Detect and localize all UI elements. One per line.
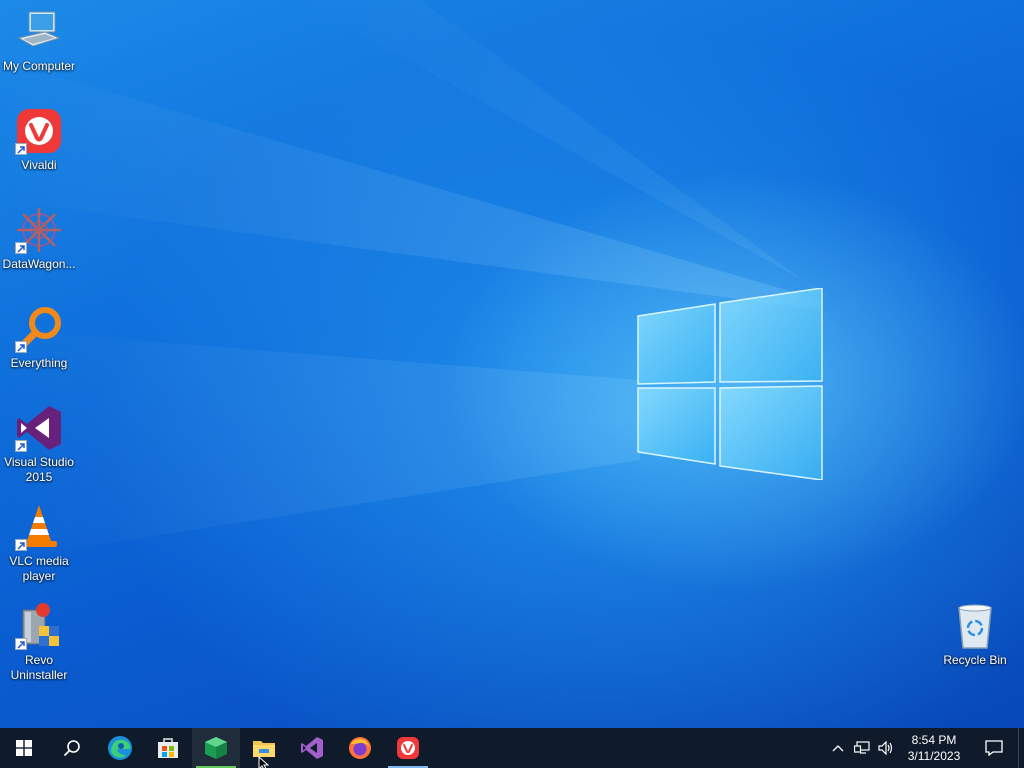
network-icon [854, 741, 870, 754]
notification-icon [985, 740, 1003, 756]
desktop[interactable]: My Computer Vivaldi DataWagon... Everyth… [0, 0, 1024, 728]
desktop-icon-label: Recycle Bin [943, 653, 1007, 667]
start-icon [16, 740, 32, 756]
recycle-bin-icon [951, 602, 999, 650]
shortcut-arrow-icon [15, 341, 27, 353]
network-button[interactable] [850, 728, 874, 768]
visual-studio-icon [301, 737, 323, 759]
taskbar-visual-studio-button[interactable] [288, 728, 336, 768]
everything-icon [15, 305, 63, 353]
desktop-icon-label: DataWagon... [2, 257, 76, 271]
clock-date: 3/11/2023 [907, 749, 961, 763]
system-tray: 8:54 PM 3/11/2023 [826, 728, 1024, 768]
desktop-icon-label: My Computer [2, 59, 76, 73]
shortcut-arrow-icon [15, 143, 27, 155]
desktop-icon-recycle-bin[interactable]: Recycle Bin [936, 602, 1014, 668]
shortcut-arrow-icon [15, 440, 27, 452]
windows-logo-wallpaper [637, 288, 823, 480]
desktop-icon-everything[interactable]: Everything [0, 305, 78, 371]
show-desktop-button[interactable] [1018, 728, 1024, 768]
desktop-icon-vivaldi[interactable]: Vivaldi [0, 107, 78, 173]
taskbar-firefox-button[interactable] [336, 728, 384, 768]
revo-uninstaller-icon [15, 602, 63, 650]
wallpaper-light-beams [0, 0, 830, 560]
desktop-icon-my-computer[interactable]: My Computer [0, 8, 78, 74]
shortcut-arrow-icon [15, 539, 27, 551]
desktop-icon-label: Visual Studio 2015 [4, 455, 74, 484]
visual-studio-icon [15, 404, 63, 452]
action-center-button[interactable] [970, 728, 1018, 768]
vivaldi-icon [15, 107, 63, 155]
app-cube-icon [205, 737, 227, 759]
vlc-icon [15, 503, 63, 551]
shortcut-arrow-icon [15, 638, 27, 650]
desktop-icon-visual-studio[interactable]: Visual Studio 2015 [0, 404, 78, 485]
taskbar[interactable]: 8:54 PM 3/11/2023 [0, 728, 1024, 768]
store-icon [158, 738, 178, 758]
desktop-icon-datawagon[interactable]: DataWagon... [0, 206, 78, 272]
chevron-up-icon [832, 745, 844, 752]
taskbar-vivaldi-button[interactable] [384, 728, 432, 768]
taskbar-store-button[interactable] [144, 728, 192, 768]
firefox-icon [349, 737, 371, 759]
desktop-icon-label: Everything [10, 356, 68, 370]
desktop-icon-vlc[interactable]: VLC media player [0, 503, 78, 584]
taskbar-clock[interactable]: 8:54 PM 3/11/2023 [898, 728, 970, 768]
vivaldi-icon [397, 737, 419, 759]
volume-button[interactable] [874, 728, 898, 768]
desktop-icon-label: VLC media player [9, 554, 69, 583]
datawagon-icon [15, 206, 63, 254]
computer-icon [15, 8, 63, 56]
mouse-cursor-icon [258, 756, 270, 768]
clock-time: 8:54 PM [911, 733, 957, 747]
volume-icon [878, 741, 893, 755]
search-icon [63, 740, 80, 757]
show-hidden-icons-button[interactable] [826, 728, 850, 768]
desktop-icon-revo-uninstaller[interactable]: Revo Uninstaller [0, 602, 78, 683]
taskbar-edge-button[interactable] [96, 728, 144, 768]
taskbar-app-cube-button[interactable] [192, 728, 240, 768]
desktop-icon-label: Revo Uninstaller [10, 653, 68, 682]
shortcut-arrow-icon [15, 242, 27, 254]
edge-icon [108, 736, 132, 760]
desktop-icon-label: Vivaldi [21, 158, 57, 172]
search-button[interactable] [48, 728, 96, 768]
start-button[interactable] [0, 728, 48, 768]
